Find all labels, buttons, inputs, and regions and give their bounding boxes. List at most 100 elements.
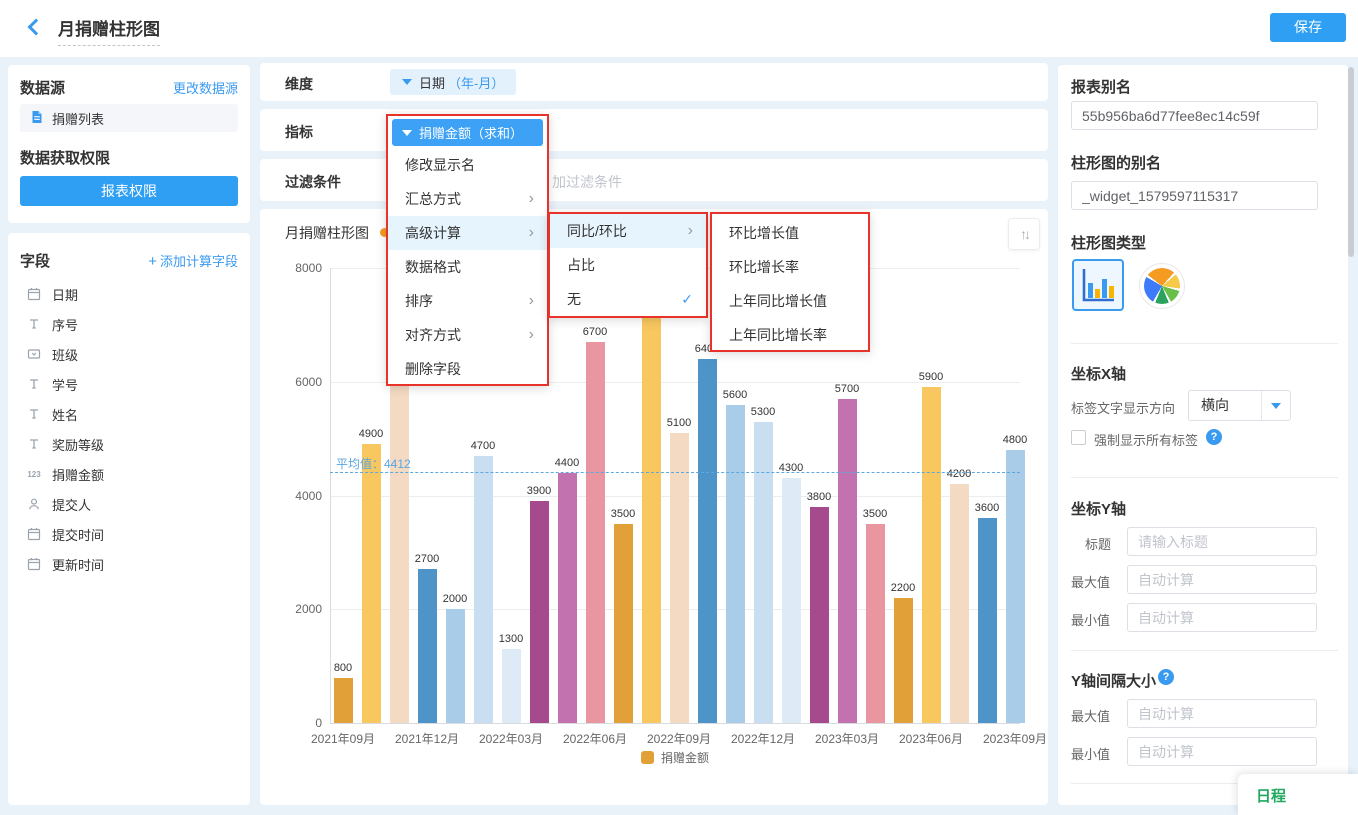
check-icon: ✓	[681, 291, 693, 308]
y-axis-section-label: 坐标Y轴	[1071, 498, 1126, 519]
datasource-title: 数据源	[20, 77, 65, 98]
person-icon	[26, 496, 42, 512]
top-bar: 月捐赠柱形图 保存	[0, 0, 1358, 57]
field-item-5[interactable]: 奖励等级	[8, 429, 250, 459]
field-item-label: 奖励等级	[52, 435, 104, 454]
yoy-menu-item-0[interactable]: 环比增长值	[712, 216, 868, 250]
menu-item-0[interactable]: 修改显示名	[388, 148, 547, 182]
report-alias-input[interactable]	[1071, 101, 1318, 130]
field-item-8[interactable]: 提交时间	[8, 519, 250, 549]
filter-row: 过滤条件 加过滤条件	[260, 159, 1048, 201]
calendar-icon	[26, 286, 42, 302]
add-calc-field-label: 添加计算字段	[160, 254, 238, 269]
filter-label: 过滤条件	[285, 172, 341, 192]
field-item-6[interactable]: 123 捐赠金额	[8, 459, 250, 489]
caret-down-icon	[402, 130, 412, 136]
field-item-4[interactable]: 姓名	[8, 399, 250, 429]
menu-item-label: 汇总方式	[405, 189, 461, 209]
field-item-label: 提交时间	[52, 525, 104, 544]
yoy-menu-item-2[interactable]: 上年同比增长值	[712, 284, 868, 318]
save-button[interactable]: 保存	[1270, 13, 1346, 42]
menu-item-6[interactable]: 删除字段	[388, 352, 547, 386]
chart-type-label: 柱形图类型	[1071, 232, 1146, 253]
chart-legend: 捐赠金额	[330, 749, 1020, 766]
y-interval-max-input[interactable]	[1127, 699, 1317, 728]
field-item-label: 提交人	[52, 495, 91, 514]
fields-card: 字段 +添加计算字段 日期序号班级学号姓名奖励等级123捐赠金额提交人提交时间更…	[8, 233, 250, 805]
yoy-menu-item-1[interactable]: 环比增长率	[712, 250, 868, 284]
label-direction-select[interactable]: 横向	[1188, 390, 1291, 421]
y-interval-label: Y轴间隔大小	[1071, 670, 1156, 691]
submenu-item-1[interactable]: 占比	[550, 248, 706, 282]
chevron-right-icon: ›	[688, 223, 693, 239]
chevron-right-icon: ›	[529, 191, 534, 207]
menu-item-label: 上年同比增长值	[729, 291, 827, 311]
text-icon	[26, 316, 42, 332]
datasource-item-label: 捐赠列表	[52, 109, 104, 128]
y-max-label: 最大值	[1071, 572, 1110, 591]
dimension-pill-value: 日期	[419, 73, 445, 92]
legend-swatch	[641, 751, 654, 764]
menu-item-2[interactable]: 高级计算›	[388, 216, 547, 250]
menu-item-4[interactable]: 排序›	[388, 284, 547, 318]
dimension-pill[interactable]: 日期（年-月）	[390, 69, 516, 95]
chevron-right-icon: ›	[529, 293, 534, 309]
add-calc-field-link[interactable]: +添加计算字段	[148, 251, 238, 270]
interval-max-label: 最大值	[1071, 706, 1110, 725]
field-item-3[interactable]: 学号	[8, 369, 250, 399]
yoy-menu-item-3[interactable]: 上年同比增长率	[712, 318, 868, 352]
field-item-7[interactable]: 提交人	[8, 489, 250, 519]
scrollbar[interactable]	[1348, 67, 1354, 257]
field-item-label: 更新时间	[52, 555, 104, 574]
back-icon[interactable]	[28, 19, 45, 36]
chart-title: 月捐赠柱形图	[285, 223, 369, 243]
pie-icon	[1144, 268, 1180, 304]
field-item-2[interactable]: 班级	[8, 339, 250, 369]
sort-icon[interactable]: ↑↓	[1008, 218, 1040, 250]
question-icon[interactable]: ?	[1206, 429, 1222, 445]
filter-placeholder[interactable]: 加过滤条件	[552, 172, 622, 192]
change-datasource-link[interactable]: 更改数据源	[173, 78, 238, 97]
widget-alias-input[interactable]	[1071, 181, 1318, 210]
number-icon: 123	[26, 466, 42, 482]
question-icon[interactable]: ?	[1158, 669, 1174, 685]
submenu-item-2[interactable]: 无✓	[550, 282, 706, 316]
field-item-1[interactable]: 序号	[8, 309, 250, 339]
report-permission-button[interactable]: 报表权限	[20, 176, 238, 206]
caret-down-icon	[402, 79, 412, 85]
report-builder-page: 月捐赠柱形图 保存 数据源 更改数据源 捐赠列表 数据获取权限 报表权限 字段 …	[0, 0, 1358, 815]
field-item-9[interactable]: 更新时间	[8, 549, 250, 579]
menu-item-1[interactable]: 汇总方式 ›	[388, 182, 547, 216]
chart-type-bar-icon[interactable]	[1072, 259, 1124, 311]
calendar-icon	[26, 526, 42, 542]
y-title-label: 标题	[1085, 534, 1111, 553]
text-icon	[26, 376, 42, 392]
menu-item-label: 同比/环比	[567, 221, 627, 241]
document-icon	[30, 110, 44, 127]
menu-item-label: 环比增长率	[729, 257, 799, 277]
x-axis-section-label: 坐标X轴	[1071, 363, 1126, 384]
menu-item-5[interactable]: 对齐方式 ›	[388, 318, 547, 352]
select-icon	[26, 346, 42, 362]
chevron-right-icon: ›	[529, 327, 534, 343]
y-interval-min-input[interactable]	[1127, 737, 1317, 766]
menu-item-3[interactable]: 数据格式	[388, 250, 547, 284]
force-show-labels-checkbox[interactable]	[1071, 430, 1086, 445]
dimension-row: 维度 日期（年-月）	[260, 63, 1048, 101]
field-item-label: 捐赠金额	[52, 465, 104, 484]
submenu-item-0[interactable]: 同比/环比 ›	[550, 214, 706, 248]
y-title-input[interactable]	[1127, 527, 1317, 556]
plus-icon: +	[148, 253, 157, 270]
y-max-input[interactable]	[1127, 565, 1317, 594]
metric-pill[interactable]: 捐赠金额（求和）	[392, 119, 543, 146]
schedule-float-card[interactable]: 日程	[1238, 774, 1358, 815]
menu-items: 修改显示名汇总方式 › 高级计算›数据格式排序› 对齐方式 › 删除字段	[388, 148, 547, 386]
widget-alias-label: 柱形图的别名	[1071, 152, 1161, 173]
chart-type-pie-icon[interactable]	[1139, 263, 1185, 309]
field-item-0[interactable]: 日期	[8, 279, 250, 309]
menu-item-label: 对齐方式	[405, 325, 461, 345]
datasource-item[interactable]: 捐赠列表	[20, 104, 238, 132]
y-min-input[interactable]	[1127, 603, 1317, 632]
label-direction-value: 横向	[1189, 391, 1261, 420]
divider	[1071, 343, 1338, 344]
